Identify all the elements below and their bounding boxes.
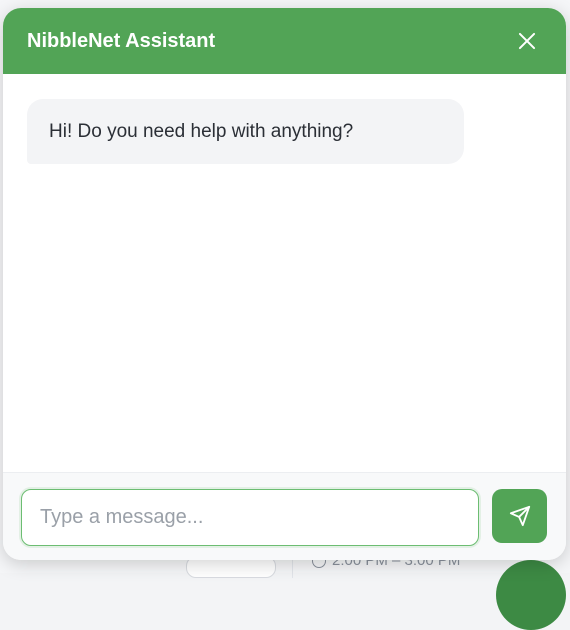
message-input[interactable]	[21, 489, 479, 546]
assistant-message-bubble: Hi! Do you need help with anything?	[27, 99, 464, 164]
chat-title: NibbleNet Assistant	[27, 29, 216, 52]
send-button[interactable]	[492, 489, 547, 543]
message-composer	[3, 472, 566, 560]
chat-window: NibbleNet Assistant Hi! Do you need help…	[3, 8, 566, 560]
send-icon	[509, 505, 530, 527]
close-icon[interactable]	[516, 30, 538, 52]
background-chat-fab[interactable]	[496, 560, 566, 630]
message-list: Hi! Do you need help with anything?	[3, 74, 566, 472]
chat-header: NibbleNet Assistant	[3, 8, 566, 74]
